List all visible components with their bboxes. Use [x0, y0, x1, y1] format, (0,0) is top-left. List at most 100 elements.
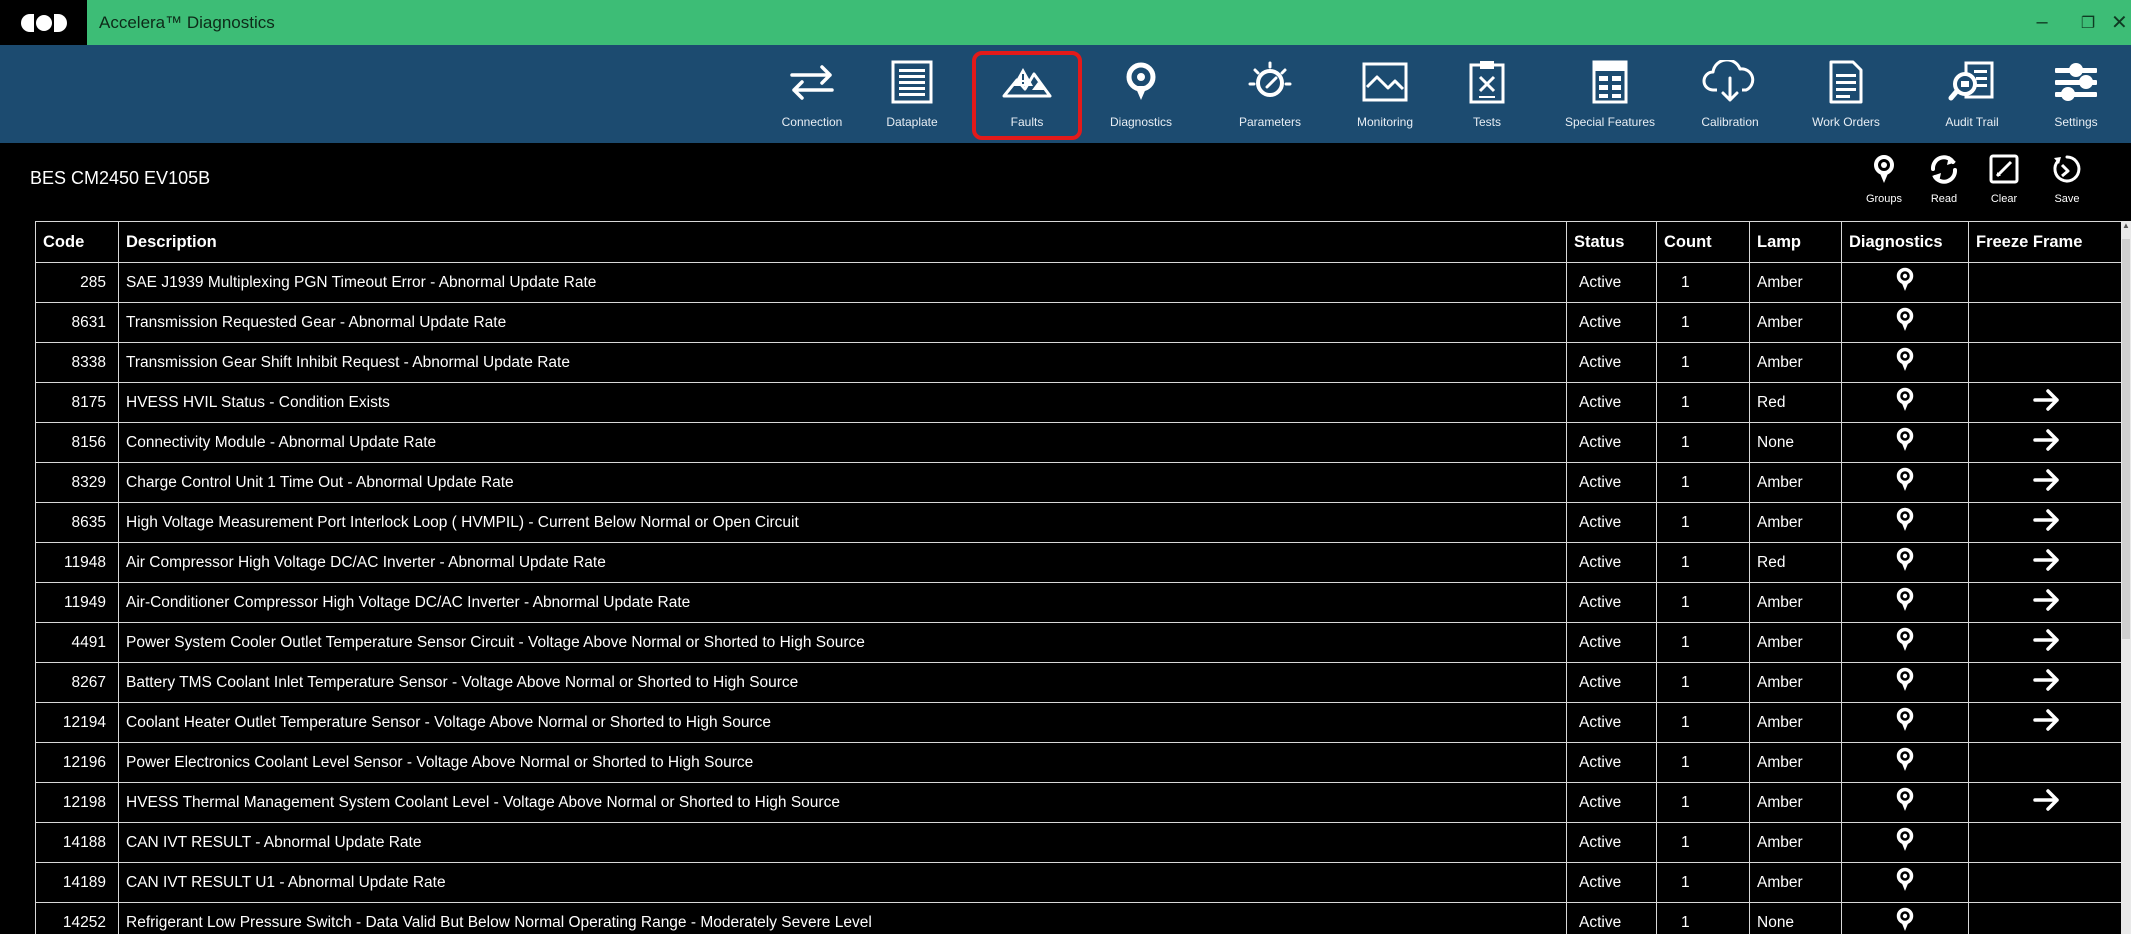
column-header-count[interactable]: Count [1656, 221, 1750, 263]
fault-status-cell: Active [1566, 462, 1657, 503]
diagnostics-icon[interactable] [1894, 907, 1916, 934]
table-row[interactable]: 8635 High Voltage Measurement Port Interl… [35, 502, 2125, 543]
close-button[interactable]: ✕ [2111, 0, 2131, 45]
toolbar-dataplate[interactable]: Dataplate [857, 45, 967, 143]
freeze-frame-arrow-icon[interactable] [2032, 469, 2062, 496]
column-header-code[interactable]: Code [35, 221, 119, 263]
fault-code-cell: 8329 [35, 462, 119, 503]
main-toolbar: Connection Dataplate Faults Diagnostics [0, 45, 2131, 143]
table-row[interactable]: 285 SAE J1939 Multiplexing PGN Timeout Er… [35, 262, 2125, 303]
toolbar-calibration[interactable]: Calibration [1675, 45, 1785, 143]
read-button[interactable]: Read [1914, 149, 1974, 213]
clear-button[interactable]: Clear [1974, 149, 2034, 213]
dataplate-icon [882, 57, 942, 107]
diagnostics-icon[interactable] [1894, 787, 1916, 817]
fault-count-cell: 1 [1656, 502, 1750, 543]
toolbar-settings[interactable]: Settings [2021, 45, 2131, 143]
groups-button[interactable]: Groups [1854, 149, 1914, 213]
vertical-scrollbar[interactable]: ▲ [2121, 221, 2131, 934]
fault-description-cell: Power System Cooler Outlet Temperature S… [118, 622, 1567, 663]
save-button[interactable]: Save [2037, 149, 2097, 213]
column-header-status[interactable]: Status [1566, 221, 1657, 263]
toolbar-parameters[interactable]: Parameters [1215, 45, 1325, 143]
fault-lamp-cell: Amber [1749, 462, 1842, 503]
diagnostics-icon[interactable] [1894, 427, 1916, 457]
app-window: Accelera™ Diagnostics – ❐ ✕ Connection D… [0, 0, 2131, 934]
table-row[interactable]: 14189 CAN IVT RESULT U1 - Abnormal Update… [35, 862, 2125, 903]
window-controls: – ❐ ✕ [2019, 0, 2131, 45]
fault-code-cell: 4491 [35, 622, 119, 663]
toolbar-diagnostics[interactable]: Diagnostics [1086, 45, 1196, 143]
diagnostics-icon[interactable] [1894, 307, 1916, 337]
toolbar-faults[interactable]: Faults [972, 45, 1082, 143]
table-row[interactable]: 8267 Battery TMS Coolant Inlet Temperatur… [35, 662, 2125, 703]
column-header-freeze-frame[interactable]: Freeze Frame [1968, 221, 2125, 263]
fault-status-cell: Active [1566, 902, 1657, 934]
table-row[interactable]: 8329 Charge Control Unit 1 Time Out - Abn… [35, 462, 2125, 503]
freeze-frame-arrow-icon[interactable] [2032, 549, 2062, 576]
monitoring-chart-icon [1355, 57, 1415, 107]
diagnostics-icon[interactable] [1894, 627, 1916, 657]
table-row[interactable]: 12196 Power Electronics Coolant Level Sen… [35, 742, 2125, 783]
scrollbar-thumb[interactable] [2122, 239, 2130, 639]
diagnostics-icon[interactable] [1894, 587, 1916, 617]
diagnostics-cell [1841, 902, 1969, 934]
faults-table: Code Description Status Count Lamp Diagn… [35, 221, 2125, 934]
toolbar-label: Special Features [1564, 115, 1656, 129]
calibration-cloud-icon [1700, 57, 1760, 107]
freeze-frame-arrow-icon[interactable] [2032, 589, 2062, 616]
toolbar-monitoring[interactable]: Monitoring [1330, 45, 1440, 143]
toolbar-special-features[interactable]: Special Features [1555, 45, 1665, 143]
table-row[interactable]: 8631 Transmission Requested Gear - Abnorm… [35, 302, 2125, 343]
minimize-button[interactable]: – [2019, 0, 2065, 45]
diagnostics-icon[interactable] [1894, 267, 1916, 297]
diagnostics-icon[interactable] [1894, 547, 1916, 577]
diagnostics-icon[interactable] [1894, 707, 1916, 737]
faults-table-body: 285 SAE J1939 Multiplexing PGN Timeout Er… [35, 262, 2125, 934]
column-header-lamp[interactable]: Lamp [1749, 221, 1842, 263]
scroll-up-arrow-icon[interactable]: ▲ [2121, 221, 2131, 235]
diagnostics-cell [1841, 382, 1969, 423]
toolbar-audit-trail[interactable]: Audit Trail [1917, 45, 2027, 143]
diagnostics-icon[interactable] [1894, 667, 1916, 697]
diagnostics-icon[interactable] [1894, 347, 1916, 377]
freeze-frame-arrow-icon[interactable] [2032, 789, 2062, 816]
table-header-row: Code Description Status Count Lamp Diagn… [35, 221, 2125, 263]
diagnostics-icon[interactable] [1894, 827, 1916, 857]
toolbar-connection[interactable]: Connection [757, 45, 867, 143]
table-row[interactable]: 8175 HVESS HVIL Status - Condition Exists… [35, 382, 2125, 423]
diagnostics-icon[interactable] [1894, 867, 1916, 897]
diagnostics-icon[interactable] [1894, 467, 1916, 497]
column-header-description[interactable]: Description [118, 221, 1567, 263]
freeze-frame-arrow-icon[interactable] [2032, 709, 2062, 736]
freeze-frame-cell [1968, 542, 2125, 583]
table-row[interactable]: 11949 Air-Conditioner Compressor High Vol… [35, 582, 2125, 623]
table-row[interactable]: 8338 Transmission Gear Shift Inhibit Requ… [35, 342, 2125, 383]
freeze-frame-arrow-icon[interactable] [2032, 429, 2062, 456]
toolbar-work-orders[interactable]: Work Orders [1791, 45, 1901, 143]
diagnostics-icon[interactable] [1894, 507, 1916, 537]
table-row[interactable]: 14188 CAN IVT RESULT - Abnormal Update Ra… [35, 822, 2125, 863]
table-row[interactable]: 8156 Connectivity Module - Abnormal Updat… [35, 422, 2125, 463]
table-row[interactable]: 11948 Air Compressor High Voltage DC/AC I… [35, 542, 2125, 583]
refresh-icon [1927, 149, 1961, 189]
freeze-frame-arrow-icon[interactable] [2032, 669, 2062, 696]
table-row[interactable]: 14252 Refrigerant Low Pressure Switch - D… [35, 902, 2125, 934]
column-header-diagnostics[interactable]: Diagnostics [1841, 221, 1969, 263]
freeze-frame-cell [1968, 902, 2125, 934]
diagnostics-icon[interactable] [1894, 747, 1916, 777]
table-row[interactable]: 4491 Power System Cooler Outlet Temperatu… [35, 622, 2125, 663]
toolbar-tests[interactable]: Tests [1432, 45, 1542, 143]
table-row[interactable]: 12194 Coolant Heater Outlet Temperature S… [35, 702, 2125, 743]
table-row[interactable]: 12198 HVESS Thermal Management System Coo… [35, 782, 2125, 823]
maximize-button[interactable]: ❐ [2065, 0, 2111, 45]
active-highlight [972, 51, 1082, 140]
diagnostics-cell [1841, 302, 1969, 343]
diagnostics-icon[interactable] [1894, 387, 1916, 417]
fault-count-cell: 1 [1656, 702, 1750, 743]
freeze-frame-arrow-icon[interactable] [2032, 629, 2062, 656]
fault-description-cell: HVESS HVIL Status - Condition Exists [118, 382, 1567, 423]
freeze-frame-arrow-icon[interactable] [2032, 389, 2062, 416]
fault-description-cell: Refrigerant Low Pressure Switch - Data V… [118, 902, 1567, 934]
freeze-frame-arrow-icon[interactable] [2032, 509, 2062, 536]
